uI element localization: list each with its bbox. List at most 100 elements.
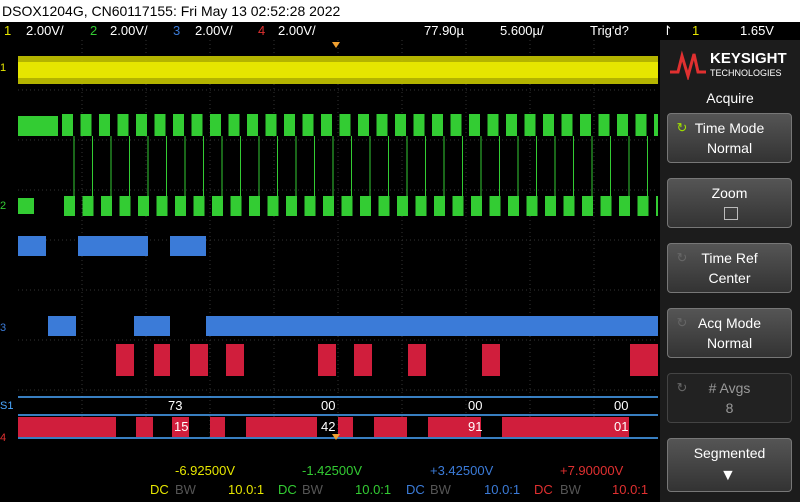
brand-sub: TECHNOLOGIES <box>710 68 782 78</box>
ch1-ground-marker[interactable]: 1 <box>0 62 18 74</box>
ch2-pulse-low <box>656 196 658 216</box>
ch3-high <box>78 236 148 256</box>
ch2-offset: -1.42500V <box>302 463 362 478</box>
ch2-pulse-high <box>247 114 258 136</box>
softkey-label: Segmented <box>693 445 766 461</box>
ch2-pulse-low <box>323 196 334 216</box>
ch3-scale[interactable]: 2.00V/ <box>195 22 233 40</box>
ch3-low <box>134 316 170 336</box>
title-bar: DSOX1204G, CN60117155: Fri May 13 02:52:… <box>0 0 800 22</box>
ch2-pulse-high <box>339 114 351 136</box>
decode-segment <box>210 417 225 437</box>
ch1-offset: -6.92500V <box>175 463 235 478</box>
ch2-coupling: DC <box>278 482 297 497</box>
ch4-burst <box>482 344 500 376</box>
ch4-ground-marker[interactable]: 4 <box>0 432 18 444</box>
ch3-low <box>206 316 658 336</box>
ch2-pulse-high <box>210 114 221 136</box>
decode-segment <box>502 417 629 437</box>
ch2-pulse-low <box>249 196 260 216</box>
ch4-burst <box>354 344 372 376</box>
decode-row1-1: 73 <box>168 398 183 413</box>
ch2-pulse-high <box>413 114 425 136</box>
brand-name: KEYSIGHT <box>710 50 787 67</box>
ch4-bw: BW <box>560 482 581 497</box>
ch1-scale[interactable]: 2.00V/ <box>26 22 64 40</box>
ch4-offset: +7.90000V <box>560 463 624 478</box>
ch4-scale[interactable]: 2.00V/ <box>278 22 316 40</box>
ch4-burst <box>116 344 134 376</box>
ch2-pulse-high <box>617 114 628 136</box>
time-mode-softkey[interactable]: ↻ Time Mode Normal <box>667 113 792 163</box>
ch2-pulse-low <box>193 196 205 216</box>
ch2-pulse-high <box>469 114 480 136</box>
ch4-coupling: DC <box>534 482 553 497</box>
ch2-pulse-low <box>508 196 519 216</box>
decode-row2-2: 42 <box>321 419 336 434</box>
ch2-pulse-low <box>119 196 131 216</box>
keysight-wave-icon <box>670 50 706 80</box>
ch2-pulse-high <box>654 114 658 136</box>
ch2-pulse-low <box>360 196 371 216</box>
waveform-display[interactable]: 73 00 00 00 15 42 91 01 <box>18 40 658 440</box>
ch4-burst <box>630 344 658 376</box>
ch2-pulse-high <box>376 114 388 136</box>
zoom-checkbox-icon <box>724 207 738 220</box>
ch2-pulse-low <box>452 196 464 216</box>
ch1-number[interactable]: 1 <box>4 22 11 40</box>
segmented-softkey[interactable]: Segmented ▼ <box>667 438 792 492</box>
trigger-status: Trig'd? <box>590 23 629 38</box>
ch2-block <box>18 198 34 214</box>
ch3-ground-marker[interactable]: 3 <box>0 322 18 334</box>
ch2-scale[interactable]: 2.00V/ <box>110 22 148 40</box>
ch2-pulse-high <box>543 114 554 136</box>
acq-mode-softkey[interactable]: ↻ Acq Mode Normal <box>667 308 792 358</box>
ch2-pulse-low <box>230 196 242 216</box>
ch2-pulse-low <box>267 196 279 216</box>
time-ref-softkey[interactable]: ↻ Time Ref Center <box>667 243 792 293</box>
ch2-pulse-high <box>450 114 462 136</box>
ch2-pulse-high <box>432 114 443 136</box>
ch4-burst <box>318 344 336 376</box>
ch2-pulse-low <box>600 196 612 216</box>
ch2-pulse-low <box>434 196 445 216</box>
ch3-trace <box>18 236 658 336</box>
ch4-probe: 10.0:1 <box>612 482 649 497</box>
ch2-pulse-low <box>101 196 112 216</box>
num-avgs-softkey[interactable]: ↻ # Avgs 8 <box>667 373 792 423</box>
ch2-pulse-low <box>545 196 556 216</box>
ch2-pulse-low <box>526 196 538 216</box>
trigger-level[interactable]: 1.65V <box>740 22 774 40</box>
ch3-offset: +3.42500V <box>430 463 494 478</box>
ch2-probe: 10.0:1 <box>355 482 392 497</box>
ch2-pulse-high <box>284 114 295 136</box>
ch1-bw: BW <box>175 482 196 497</box>
ch2-pulse-low <box>64 196 75 216</box>
ch3-number[interactable]: 3 <box>173 22 180 40</box>
ch4-number[interactable]: 4 <box>258 22 265 40</box>
trigger-source[interactable]: 1 <box>692 22 699 40</box>
ch2-pulse-low <box>378 196 390 216</box>
trigger-edge-icon[interactable]: ↾ <box>662 22 673 40</box>
ch2-pulse-low <box>156 196 168 216</box>
ch2-pulse-low <box>82 196 94 216</box>
ch2-ground-marker[interactable]: 2 <box>0 200 18 212</box>
time-position[interactable]: 77.90µ <box>424 22 464 40</box>
ch2-pulse-low <box>563 196 575 216</box>
serial-marker[interactable]: S1 <box>0 400 18 412</box>
ch2-number[interactable]: 2 <box>90 22 97 40</box>
softkey-label: Acq Mode <box>697 315 762 331</box>
ch2-pulse-low <box>415 196 427 216</box>
offset-status-bar: -6.92500V DC BW 10.0:1 -1.42500V DC BW 1… <box>0 460 660 502</box>
decode-row2-4: 01 <box>614 419 629 434</box>
ch2-pulse-low <box>489 196 501 216</box>
decode-segment <box>136 417 153 437</box>
ch2-pulse-high <box>173 114 184 136</box>
ch3-probe: 10.0:1 <box>484 482 521 497</box>
ch2-pulse-high <box>228 114 240 136</box>
ch1-coupling: DC <box>150 482 169 497</box>
softkey-value: 8 <box>725 400 734 416</box>
time-scale[interactable]: 5.600µ/ <box>500 22 544 40</box>
softkey-label: Zoom <box>711 185 748 201</box>
zoom-softkey[interactable]: Zoom <box>667 178 792 228</box>
